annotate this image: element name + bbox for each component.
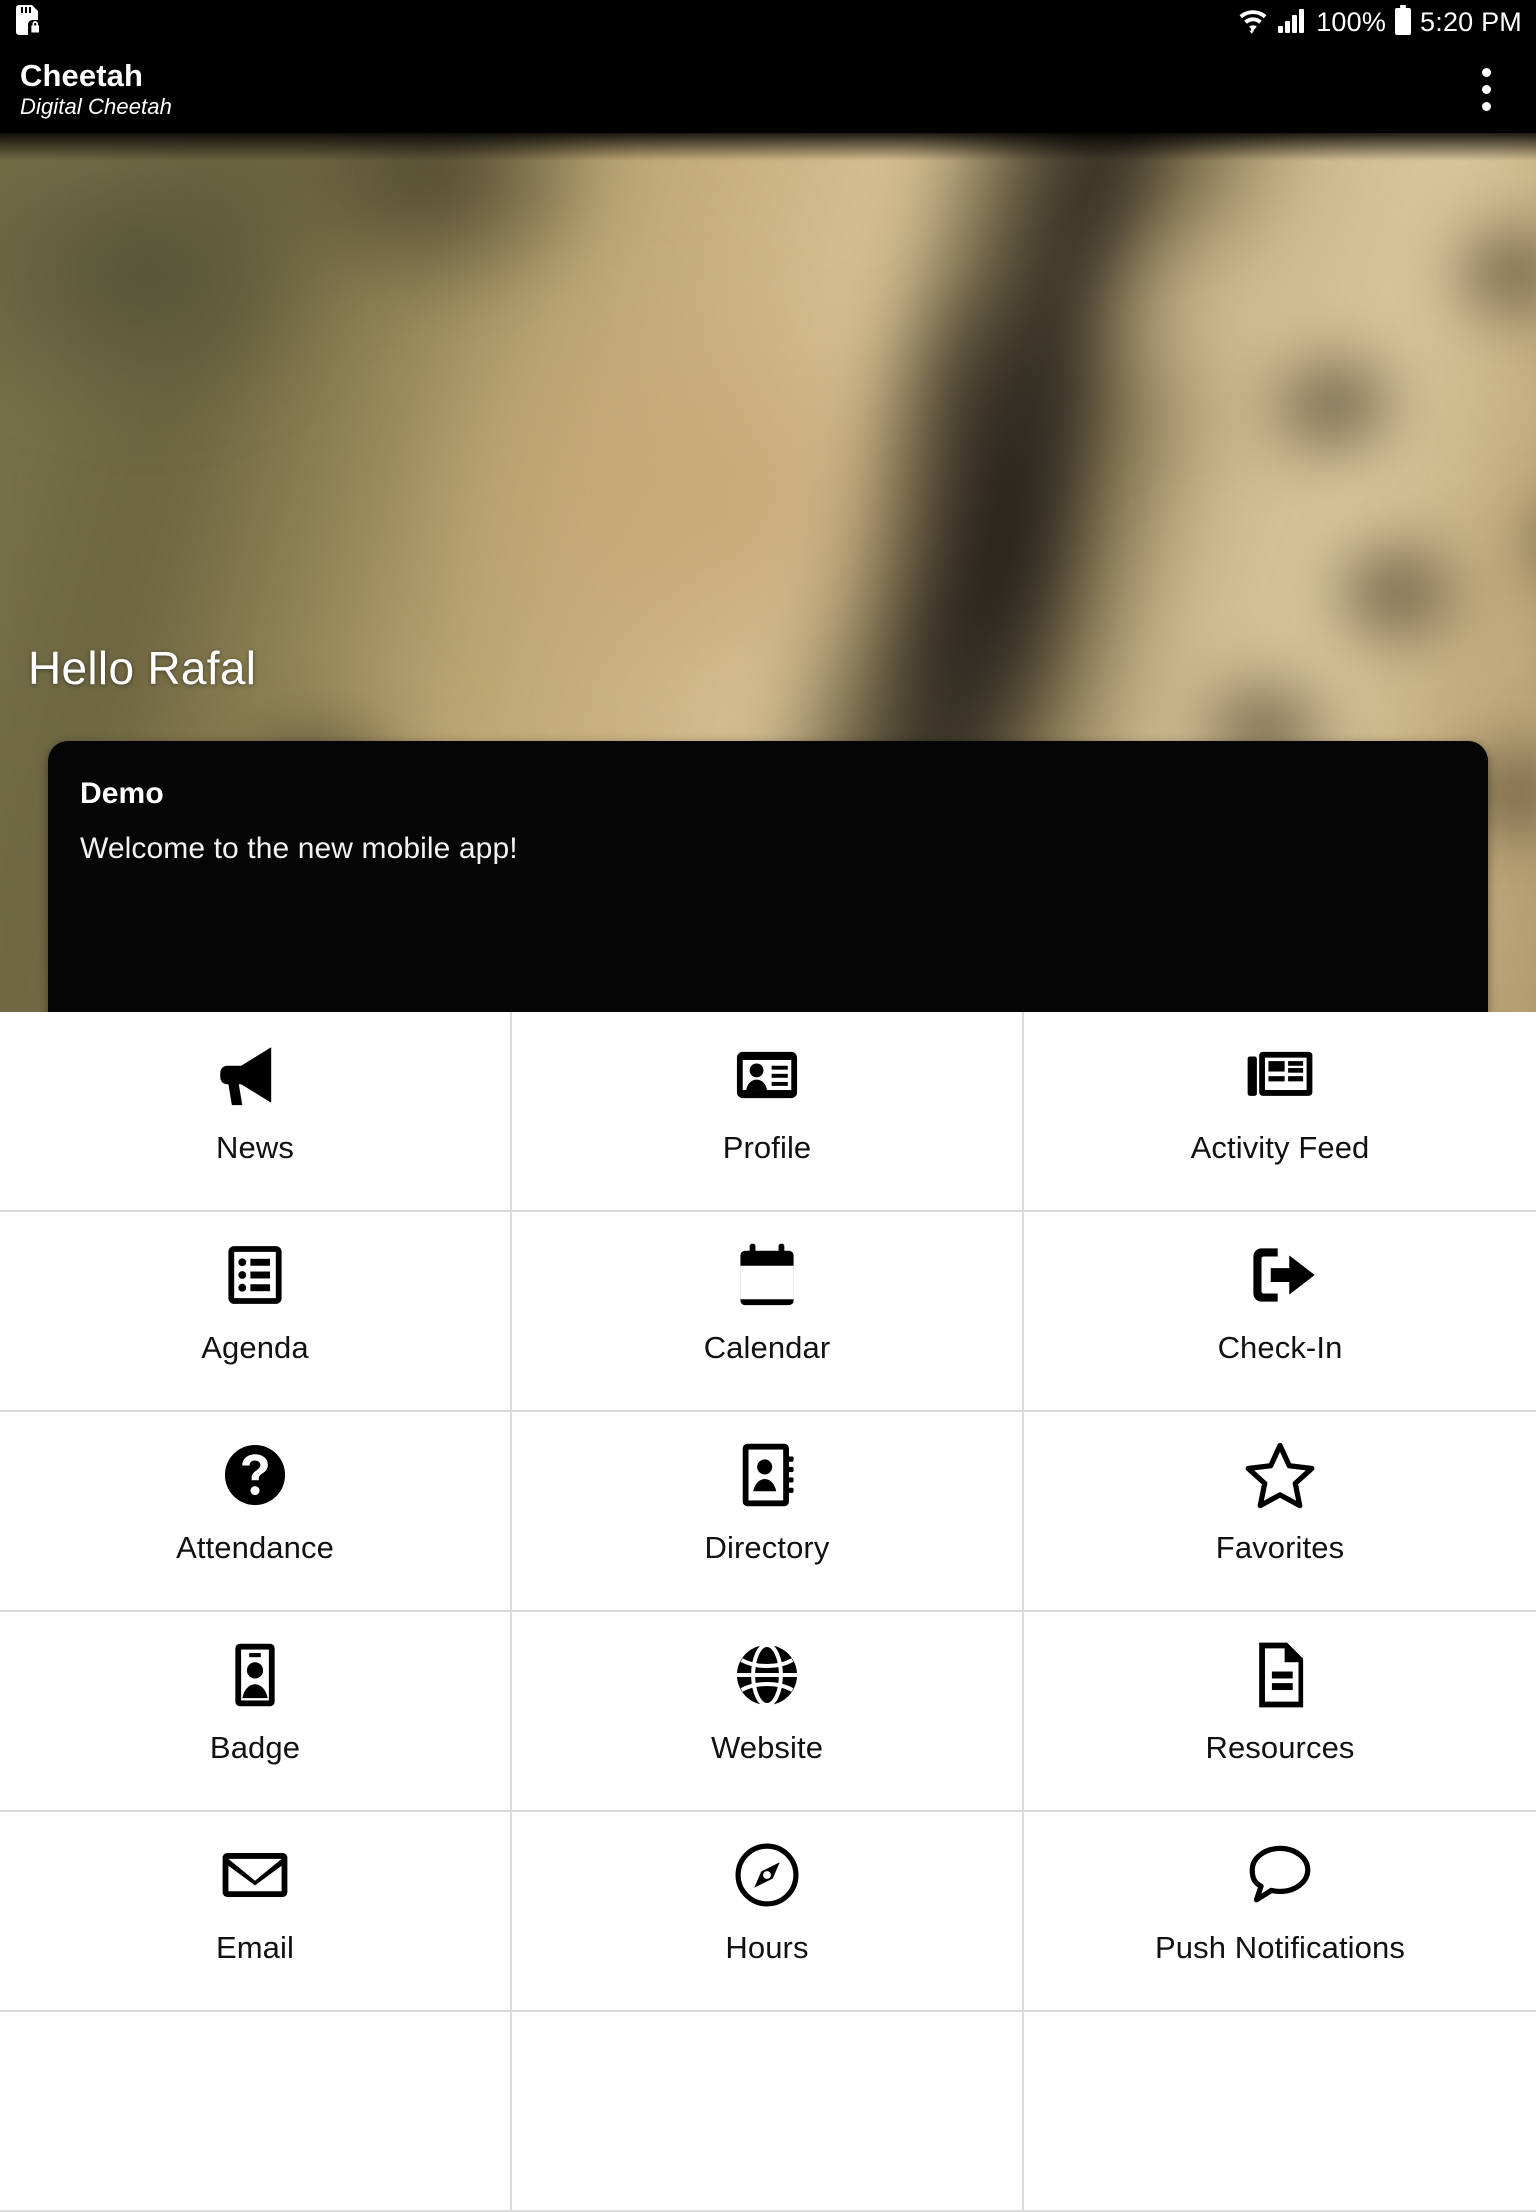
tile-label: Check-In: [1217, 1330, 1343, 1365]
overflow-dot: [1481, 67, 1491, 77]
overflow-dot: [1481, 84, 1491, 94]
tile-calendar[interactable]: Calendar: [512, 1212, 1024, 1412]
clock-label: 5:20 PM: [1420, 7, 1522, 37]
tile-label: Favorites: [1215, 1530, 1345, 1565]
app-bar-titles: Cheetah Digital Cheetah: [20, 57, 172, 120]
hero-banner: Hello Rafal Demo Welcome to the new mobi…: [0, 133, 1536, 1012]
speech-bubble-icon: [1243, 1838, 1317, 1912]
tile-attendance[interactable]: Attendance: [0, 1412, 512, 1612]
badge-icon: [218, 1638, 292, 1712]
menu-grid: News Profile Activity Feed Agenda Calend…: [0, 1012, 1536, 2212]
promo-card-title: Demo: [80, 777, 164, 810]
envelope-icon: [218, 1838, 292, 1912]
document-icon: [1243, 1638, 1317, 1712]
tile-label: Calendar: [703, 1330, 831, 1365]
tile-resources[interactable]: Resources: [1024, 1612, 1536, 1812]
tile-label: Email: [215, 1930, 294, 1965]
battery-percent-label: 100%: [1316, 7, 1387, 37]
tile-label: Push Notifications: [1155, 1930, 1405, 1965]
tile-label: Directory: [704, 1530, 830, 1565]
tile-partial[interactable]: [512, 2012, 1024, 2212]
sd-card-lock-icon: [16, 5, 42, 40]
overflow-dot: [1481, 101, 1491, 111]
tile-label: Profile: [722, 1130, 812, 1165]
tile-label: Attendance: [176, 1530, 334, 1565]
address-book-icon: [730, 1438, 804, 1512]
app-title: Cheetah: [20, 57, 144, 93]
tile-label: Badge: [209, 1730, 301, 1765]
sign-out-icon: [1243, 1238, 1317, 1312]
list-icon: [218, 1238, 292, 1312]
cellular-signal-icon: [1277, 6, 1307, 39]
calendar-icon: [730, 1238, 804, 1312]
tile-label: Website: [710, 1730, 824, 1765]
greeting-text: Hello Rafal: [28, 642, 257, 694]
tile-directory[interactable]: Directory: [512, 1412, 1024, 1612]
globe-icon: [730, 1638, 804, 1712]
tile-partial[interactable]: [0, 2012, 512, 2212]
status-bar: 100% 5:20 PM: [0, 0, 1536, 45]
star-outline-icon: [1243, 1438, 1317, 1512]
tile-website[interactable]: Website: [512, 1612, 1024, 1812]
promo-card-body: Welcome to the new mobile app!: [80, 832, 518, 865]
tile-activity-feed[interactable]: Activity Feed: [1024, 1012, 1536, 1212]
tile-push-notifications[interactable]: Push Notifications: [1024, 1812, 1536, 2012]
tile-check-in[interactable]: Check-In: [1024, 1212, 1536, 1412]
app-bar: Cheetah Digital Cheetah: [0, 45, 1536, 133]
tile-news[interactable]: News: [0, 1012, 512, 1212]
tile-partial[interactable]: [1024, 2012, 1536, 2212]
tile-label: Agenda: [201, 1330, 309, 1365]
tile-label: Activity Feed: [1190, 1130, 1370, 1165]
id-card-icon: [730, 1038, 804, 1112]
tile-profile[interactable]: Profile: [512, 1012, 1024, 1212]
status-bar-right: 100% 5:20 PM: [1238, 5, 1522, 40]
more-vertical-icon[interactable]: [1458, 53, 1514, 125]
tile-email[interactable]: Email: [0, 1812, 512, 2012]
tile-agenda[interactable]: Agenda: [0, 1212, 512, 1412]
promo-card[interactable]: Demo Welcome to the new mobile app!: [48, 741, 1488, 1012]
newspaper-icon: [1243, 1038, 1317, 1112]
tile-badge[interactable]: Badge: [0, 1612, 512, 1812]
tile-label: Resources: [1205, 1730, 1355, 1765]
compass-icon: [730, 1838, 804, 1912]
tile-hours[interactable]: Hours: [512, 1812, 1024, 2012]
tile-favorites[interactable]: Favorites: [1024, 1412, 1536, 1612]
tile-label: Hours: [725, 1930, 809, 1965]
battery-full-icon: [1395, 5, 1412, 40]
tile-label: News: [216, 1130, 294, 1165]
megaphone-icon: [218, 1038, 292, 1112]
app-subtitle: Digital Cheetah: [20, 94, 172, 120]
question-circle-icon: [218, 1438, 292, 1512]
hero-top-gradient: [0, 133, 1536, 161]
status-bar-left: [16, 5, 42, 40]
wifi-icon: [1238, 6, 1268, 39]
